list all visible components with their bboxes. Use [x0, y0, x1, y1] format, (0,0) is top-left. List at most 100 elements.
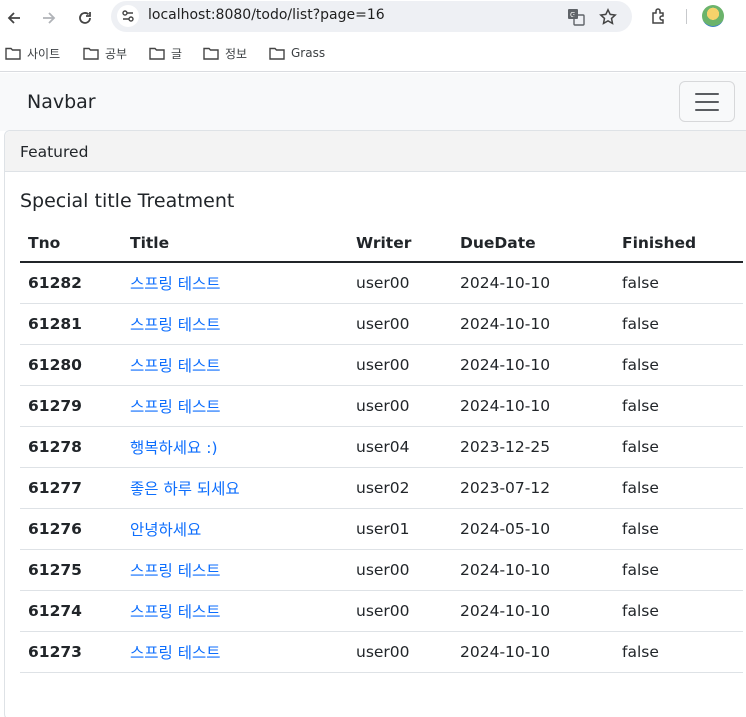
bookmark-folder-5[interactable]: Grass [269, 44, 325, 62]
cell-duedate: 2023-07-12 [452, 467, 614, 509]
forward-button[interactable] [37, 6, 61, 30]
cell-duedate: 2024-10-10 [452, 303, 614, 345]
bookmark-folder-2[interactable]: 공부 [83, 44, 127, 62]
url-text: localhost:8080/todo/list?page=16 [148, 7, 385, 23]
column-header-title: Title [122, 224, 348, 263]
hamburger-line [695, 108, 719, 111]
cell-duedate: 2024-10-10 [452, 262, 614, 304]
table-row: 61278 행복하세요 :) user04 2023-12-25 false [20, 426, 743, 468]
folder-icon [269, 47, 285, 60]
title-link[interactable]: 스프링 테스트 [130, 316, 221, 334]
title-link[interactable]: 스프링 테스트 [130, 398, 221, 416]
navbar: Navbar [0, 73, 746, 131]
table-row: 61274 스프링 테스트 user00 2024-10-10 false [20, 590, 743, 632]
title-link[interactable]: 스프링 테스트 [130, 644, 221, 662]
cell-writer: user00 [348, 590, 452, 632]
cell-finished: false [614, 385, 743, 427]
page-content: Navbar Featured Special title Treatment … [0, 73, 746, 717]
cell-finished: false [614, 426, 743, 468]
bookmark-folder-3[interactable]: 글 [149, 44, 182, 62]
cell-tno: 61277 [20, 467, 122, 509]
column-header-duedate: DueDate [452, 224, 614, 263]
title-link[interactable]: 좋은 하루 되세요 [130, 480, 240, 498]
folder-icon [203, 47, 219, 60]
title-link[interactable]: 스프링 테스트 [130, 562, 221, 580]
site-info-icon[interactable] [117, 5, 139, 27]
cell-duedate: 2024-10-10 [452, 385, 614, 427]
cell-title: 스프링 테스트 [122, 262, 348, 304]
cell-duedate: 2024-05-10 [452, 508, 614, 550]
cell-tno: 61280 [20, 344, 122, 386]
bookmark-star-icon[interactable] [598, 7, 618, 27]
cell-title: 스프링 테스트 [122, 590, 348, 632]
cell-title: 스프링 테스트 [122, 344, 348, 386]
folder-icon [83, 47, 99, 60]
table-row: 61275 스프링 테스트 user00 2024-10-10 false [20, 549, 743, 591]
cell-title: 스프링 테스트 [122, 631, 348, 673]
title-link[interactable]: 스프링 테스트 [130, 275, 221, 293]
browser-toolbar: localhost:8080/todo/list?page=16 G [0, 0, 746, 36]
card-title: Special title Treatment [20, 190, 235, 212]
table-row: 61282 스프링 테스트 user00 2024-10-10 false [20, 262, 743, 304]
bookmark-folder-4[interactable]: 정보 [203, 44, 247, 62]
cell-finished: false [614, 262, 743, 304]
table-row: 61279 스프링 테스트 user00 2024-10-10 false [20, 385, 743, 427]
cell-finished: false [614, 549, 743, 591]
cell-duedate: 2024-10-10 [452, 590, 614, 632]
cell-tno: 61278 [20, 426, 122, 468]
cell-tno: 61279 [20, 385, 122, 427]
reload-button[interactable] [73, 6, 97, 30]
toolbar-divider [686, 9, 687, 24]
cell-tno: 61281 [20, 303, 122, 345]
column-header-writer: Writer [348, 224, 452, 263]
cell-writer: user00 [348, 385, 452, 427]
cell-writer: user02 [348, 467, 452, 509]
cell-writer: user00 [348, 262, 452, 304]
cell-title: 좋은 하루 되세요 [122, 467, 348, 509]
cell-title: 스프링 테스트 [122, 385, 348, 427]
title-link[interactable]: 안녕하세요 [130, 521, 201, 539]
extensions-icon[interactable] [649, 6, 669, 26]
column-header-finished: Finished [614, 224, 743, 263]
cell-duedate: 2024-10-10 [452, 631, 614, 673]
arrow-right-icon [43, 12, 56, 24]
back-button[interactable] [2, 6, 26, 30]
title-link[interactable]: 스프링 테스트 [130, 603, 221, 621]
cell-title: 스프링 테스트 [122, 303, 348, 345]
table-row: 61276 안녕하세요 user01 2024-05-10 false [20, 508, 743, 550]
bookmark-folder-1[interactable]: 사이트 [5, 44, 60, 62]
cell-writer: user00 [348, 631, 452, 673]
cell-tno: 61276 [20, 508, 122, 550]
card-header: Featured [5, 131, 746, 172]
profile-avatar[interactable] [702, 5, 724, 27]
bookmarks-bar: 사이트 공부 글 정보 Grass [0, 36, 746, 72]
cell-finished: false [614, 344, 743, 386]
title-link[interactable]: 스프링 테스트 [130, 357, 221, 375]
cell-writer: user04 [348, 426, 452, 468]
cell-title: 스프링 테스트 [122, 549, 348, 591]
reload-icon [79, 12, 91, 24]
folder-icon [149, 47, 165, 60]
folder-icon [5, 47, 21, 60]
table-row: 61280 스프링 테스트 user00 2024-10-10 false [20, 344, 743, 386]
cell-tno: 61273 [20, 631, 122, 673]
translate-icon[interactable]: G [566, 7, 586, 27]
cell-tno: 61274 [20, 590, 122, 632]
title-link[interactable]: 행복하세요 :) [130, 439, 218, 457]
navbar-toggler-button[interactable] [679, 81, 735, 122]
cell-finished: false [614, 508, 743, 550]
cell-tno: 61275 [20, 549, 122, 591]
cell-writer: user01 [348, 508, 452, 550]
navbar-brand[interactable]: Navbar [27, 91, 96, 113]
cell-finished: false [614, 467, 743, 509]
cell-tno: 61282 [20, 262, 122, 304]
cell-writer: user00 [348, 344, 452, 386]
hamburger-line [695, 100, 719, 103]
todo-card: Featured Special title Treatment Tno Tit… [4, 130, 746, 717]
cell-duedate: 2023-12-25 [452, 426, 614, 468]
cell-finished: false [614, 631, 743, 673]
cell-writer: user00 [348, 549, 452, 591]
arrow-left-icon [7, 12, 20, 24]
hamburger-line [695, 92, 719, 95]
address-bar[interactable]: localhost:8080/todo/list?page=16 G [111, 1, 632, 32]
